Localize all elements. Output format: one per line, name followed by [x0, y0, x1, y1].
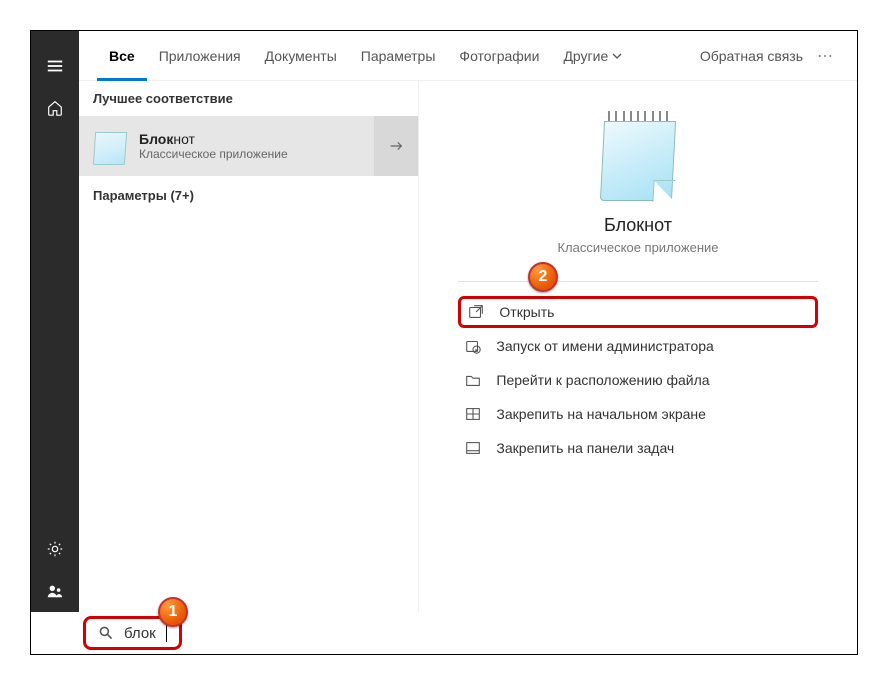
more-options-icon[interactable]: ⋯ [811, 46, 839, 66]
tab-apps[interactable]: Приложения [147, 31, 253, 81]
action-run-as-admin[interactable]: Запуск от имени администратора [458, 330, 817, 362]
tab-more[interactable]: Другие [551, 31, 634, 81]
notepad-icon [93, 127, 127, 165]
settings-group[interactable]: Параметры (7+) [79, 176, 418, 215]
menu-icon[interactable] [31, 45, 79, 87]
open-icon [467, 303, 485, 321]
action-pin-taskbar[interactable]: Закрепить на панели задач [458, 432, 817, 464]
tab-docs[interactable]: Документы [253, 31, 349, 81]
pin-start-icon [464, 405, 482, 423]
gear-icon[interactable] [31, 528, 79, 570]
search-icon [98, 625, 114, 641]
folder-icon [464, 371, 482, 389]
search-panel: Все Приложения Документы Параметры Фотог… [79, 31, 857, 612]
action-pin-start-label: Закрепить на начальном экране [496, 406, 706, 422]
annotation-badge-1: 1 [158, 597, 188, 627]
chevron-down-icon [612, 51, 622, 61]
results-list: Лучшее соответствие Блокнот Классическое… [79, 81, 419, 612]
tab-photos[interactable]: Фотографии [447, 31, 551, 81]
action-pin-start[interactable]: Закрепить на начальном экране [458, 398, 817, 430]
pin-taskbar-icon [464, 439, 482, 457]
divider [458, 281, 817, 282]
action-open[interactable]: Открыть [458, 296, 817, 328]
search-query: блок [124, 625, 156, 642]
expand-arrow-button[interactable] [374, 116, 418, 176]
taskbar-sidebar [31, 31, 79, 612]
home-icon[interactable] [31, 87, 79, 129]
result-title: Блокнот [139, 131, 288, 147]
preview-title: Блокнот [604, 215, 672, 236]
preview-subtitle: Классическое приложение [557, 240, 718, 255]
result-subtitle: Классическое приложение [139, 147, 288, 161]
tab-settings[interactable]: Параметры [349, 31, 448, 81]
tab-more-label: Другие [563, 31, 608, 81]
filter-tabs: Все Приложения Документы Параметры Фотог… [79, 31, 857, 81]
action-open-label: Открыть [499, 304, 554, 320]
preview-pane: Блокнот Классическое приложение Открыть … [419, 81, 857, 612]
action-admin-label: Запуск от имени администратора [496, 338, 713, 354]
text-cursor [166, 624, 167, 642]
feedback-link[interactable]: Обратная связь [692, 48, 811, 64]
action-pin-taskbar-label: Закрепить на панели задач [496, 440, 674, 456]
annotation-badge-2: 2 [528, 262, 558, 292]
best-match-header: Лучшее соответствие [79, 81, 418, 116]
action-location-label: Перейти к расположению файла [496, 372, 709, 388]
search-bar: блок [31, 612, 857, 654]
admin-icon [464, 337, 482, 355]
result-item-notepad[interactable]: Блокнот Классическое приложение [79, 116, 418, 176]
tab-all[interactable]: Все [97, 31, 147, 81]
action-open-location[interactable]: Перейти к расположению файла [458, 364, 817, 396]
user-icon[interactable] [31, 570, 79, 612]
notepad-large-icon [598, 111, 678, 201]
